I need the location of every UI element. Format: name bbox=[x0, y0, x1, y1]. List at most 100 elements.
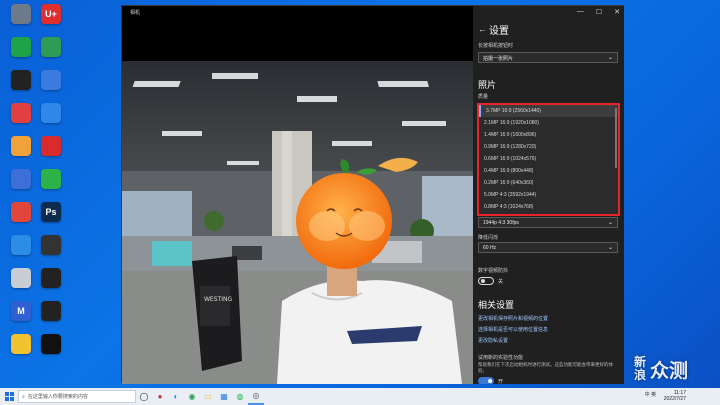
chevron-down-icon: ⌄ bbox=[607, 55, 613, 61]
desktop-icon[interactable] bbox=[4, 268, 38, 290]
desktop-app-icon bbox=[11, 4, 31, 24]
edge-icon[interactable]: ◐ bbox=[168, 388, 184, 405]
search-icon: ⌕ bbox=[22, 393, 25, 400]
desktop-app-icon bbox=[41, 103, 61, 123]
quality-option[interactable]: 0.6MP 16:9 (1024x576) bbox=[479, 153, 618, 165]
minimize-button[interactable]: — bbox=[577, 8, 584, 16]
desktop-icon[interactable] bbox=[34, 103, 68, 125]
tray-text: 中 英 bbox=[644, 392, 656, 398]
camera-viewfinder: WESTING bbox=[122, 61, 473, 384]
watermark-char-2: 浪 bbox=[634, 368, 647, 382]
desktop-icon[interactable] bbox=[34, 268, 68, 290]
desktop-icon[interactable] bbox=[4, 334, 38, 356]
flicker-select[interactable]: 60 Hz ⌄ bbox=[478, 242, 618, 253]
desktop-icon[interactable] bbox=[4, 169, 38, 191]
desktop-app-icon: Ps bbox=[41, 202, 61, 222]
desktop-app-icon bbox=[11, 235, 31, 255]
link-save-location[interactable]: 更改相机保存照片和视频的位置 bbox=[478, 315, 548, 322]
desktop-icon[interactable] bbox=[4, 202, 38, 224]
related-settings-heading: 相关设置 bbox=[478, 300, 515, 310]
close-button[interactable]: ✕ bbox=[614, 8, 620, 16]
desktop-app-icon bbox=[11, 268, 31, 288]
chevron-down-icon: ⌄ bbox=[607, 220, 613, 226]
quality-option[interactable]: 0.4MP 16:9 (800x448) bbox=[479, 165, 618, 177]
stabilization-label: 数字视频防抖 bbox=[478, 268, 509, 274]
start-button[interactable] bbox=[0, 388, 18, 405]
desktop-icon[interactable] bbox=[4, 70, 38, 92]
video-quality-select[interactable]: 1944p 4:3 30fps ⌄ bbox=[478, 217, 618, 228]
toggle-knob bbox=[488, 379, 492, 383]
desktop-icon[interactable] bbox=[4, 235, 38, 257]
settings-panel: — ☐ ✕ ← 设置 长按相机按钮时 拍摄一张照片 ⌄ 照片 质量 3.7MP … bbox=[473, 6, 624, 384]
quality-option[interactable]: 1.4MP 16:9 (1600x896) bbox=[479, 129, 618, 141]
preview-label: 试用新的实验性功能 bbox=[478, 355, 524, 361]
desktop-icon[interactable] bbox=[34, 70, 68, 92]
file-explorer-icon[interactable]: ▭ bbox=[200, 388, 216, 405]
maximize-button[interactable]: ☐ bbox=[596, 8, 602, 16]
task-view-icon[interactable]: ◯ bbox=[136, 388, 152, 405]
quality-option[interactable]: 2.1MP 16:9 (1920x1080) bbox=[479, 117, 618, 129]
chrome-icon[interactable]: ◉ bbox=[184, 388, 200, 405]
desktop-icon[interactable] bbox=[4, 136, 38, 158]
desktop-app-icon bbox=[11, 136, 31, 156]
photo-section-heading: 照片 bbox=[478, 80, 497, 90]
desktop-app-icon bbox=[41, 136, 61, 156]
preview-toggle[interactable] bbox=[478, 377, 494, 384]
desktop-icon[interactable] bbox=[34, 235, 68, 257]
desktop-app-icon bbox=[11, 103, 31, 123]
desktop-app-icon bbox=[11, 202, 31, 222]
desktop-icon[interactable] bbox=[4, 103, 38, 125]
desktop-icon[interactable] bbox=[34, 169, 68, 191]
taskbar-clock[interactable]: 11:17 2022/7/27 bbox=[664, 390, 686, 402]
desktop-icon[interactable] bbox=[4, 4, 38, 26]
svg-text:WESTING: WESTING bbox=[204, 296, 232, 303]
desktop-app-icon: M bbox=[11, 301, 31, 321]
quality-option[interactable]: 0.2MP 16:9 (640x360) bbox=[479, 177, 618, 189]
desktop-app-icon bbox=[41, 169, 61, 189]
system-tray[interactable]: 中 英 bbox=[645, 391, 656, 398]
stabilization-state: 关 bbox=[498, 279, 504, 285]
desktop-icon[interactable] bbox=[4, 37, 38, 59]
camera-app-icon[interactable]: ◎ bbox=[248, 388, 264, 405]
flicker-value: 60 Hz bbox=[483, 245, 497, 251]
desktop-icon[interactable]: U+ bbox=[34, 4, 68, 26]
search-input[interactable]: ⌕ 在这里输入你要搜索的内容 bbox=[18, 390, 136, 403]
taskbar: ⌕ 在这里输入你要搜索的内容 ◯ ● ◐ ◉ ▭ ▦ ◍ ◎ 中 英 11:17… bbox=[0, 388, 720, 405]
quality-option[interactable]: 0.8MP 4:3 (1024x768) bbox=[479, 201, 618, 213]
camera-window: 相机 WESTING — ☐ ✕ ← 设置 长按相机按钮时 拍摄一张照片 ⌄ 照… bbox=[121, 5, 624, 384]
desktop-icon[interactable] bbox=[34, 301, 68, 323]
desktop-app-icon bbox=[41, 235, 61, 255]
video-quality-value: 1944p 4:3 30fps bbox=[483, 220, 519, 226]
chevron-down-icon: ⌄ bbox=[607, 245, 613, 251]
photos-icon[interactable]: ▦ bbox=[216, 388, 232, 405]
back-arrow-icon[interactable]: ← bbox=[478, 24, 487, 34]
dropdown-scrollbar[interactable] bbox=[615, 108, 617, 168]
link-location-info[interactable]: 选择相机是否可以使用位置信息 bbox=[478, 326, 548, 333]
link-privacy-settings[interactable]: 更改隐私设置 bbox=[478, 337, 508, 344]
window-controls: — ☐ ✕ bbox=[577, 8, 620, 16]
camera-mode-value: 拍摄一张照片 bbox=[483, 56, 514, 62]
desktop-icon[interactable]: Ps bbox=[34, 202, 68, 224]
wechat-icon[interactable]: ◍ bbox=[232, 388, 248, 405]
quality-option[interactable]: 0.9MP 16:9 (1280x720) bbox=[479, 141, 618, 153]
desktop-icon[interactable] bbox=[34, 334, 68, 356]
desktop-app-icon: U+ bbox=[41, 4, 61, 24]
quality-option[interactable]: 3.7MP 16:9 (2560x1440) bbox=[479, 105, 618, 117]
desktop-app-icon bbox=[11, 37, 31, 57]
stabilization-toggle[interactable] bbox=[478, 277, 494, 285]
preview-toggle-state: 开 bbox=[498, 379, 504, 384]
quality-option[interactable]: 5.0MP 4:3 (2592x1944) bbox=[479, 189, 618, 201]
camera-mode-select[interactable]: 拍摄一张照片 ⌄ bbox=[478, 52, 618, 63]
taskbar-app-icon[interactable]: ● bbox=[152, 388, 168, 405]
desktop-app-icon bbox=[41, 301, 61, 321]
desktop-icon[interactable] bbox=[34, 136, 68, 158]
windows-logo-icon bbox=[4, 392, 14, 401]
camera-mode-label: 长按相机按钮时 bbox=[478, 43, 514, 49]
desktop-app-icon bbox=[41, 37, 61, 57]
search-placeholder: 在这里输入你要搜索的内容 bbox=[27, 394, 88, 400]
watermark-logo: 新 浪 众测 bbox=[634, 352, 716, 386]
photo-quality-dropdown[interactable]: 3.7MP 16:9 (2560x1440) 2.1MP 16:9 (1920x1… bbox=[477, 103, 620, 216]
desktop-icon[interactable] bbox=[34, 37, 68, 59]
desktop-app-icon bbox=[11, 334, 31, 354]
desktop-icon[interactable]: M bbox=[4, 301, 38, 323]
